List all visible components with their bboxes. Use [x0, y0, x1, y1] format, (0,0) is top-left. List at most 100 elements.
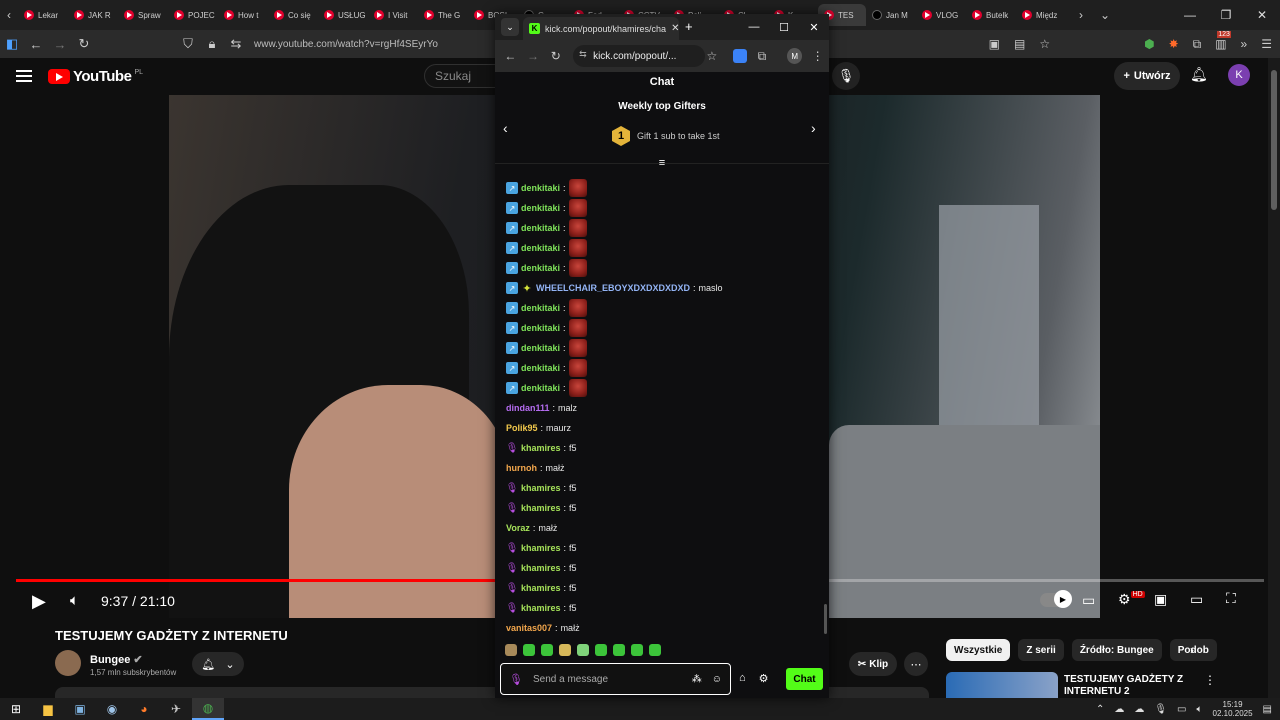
new-tab-icon[interactable]: + — [685, 19, 693, 34]
chat-username[interactable]: dindan111 — [506, 403, 550, 413]
back-icon[interactable]: ← — [499, 49, 522, 63]
chat-username[interactable]: denkitaki — [521, 343, 560, 353]
search-input[interactable]: Szukaj — [424, 64, 504, 88]
chat-username[interactable]: vanitas007 — [506, 623, 552, 633]
speaker-icon[interactable]: 🔈︎ — [1197, 704, 1203, 715]
chip[interactable]: Z serii — [1018, 639, 1064, 661]
restore-icon[interactable]: ❐ — [1208, 0, 1244, 30]
chat-scrollbar[interactable] — [824, 604, 827, 634]
tab-search-icon[interactable]: ⌄ — [501, 18, 519, 36]
chat-username[interactable]: khamires — [521, 603, 561, 613]
chat-username[interactable]: WHEELCHAIR_EBOYXDXDXDXDXD — [536, 283, 690, 293]
channel-avatar[interactable] — [55, 650, 81, 676]
emoji-icon[interactable]: ☺ — [712, 674, 722, 685]
close-tab-icon[interactable]: ✕ — [671, 23, 679, 34]
ext-badge-icon[interactable]: ▥ 123 — [1215, 31, 1231, 51]
pc-icon[interactable]: ▣ — [64, 698, 96, 720]
mic-tray-icon[interactable]: 🎙︎ — [1154, 704, 1167, 715]
notifications-tray-icon[interactable]: ▤ — [1263, 704, 1272, 715]
subscribed-bell-button[interactable]: 🔔︎ ⌄ — [192, 652, 244, 676]
emote-icon[interactable] — [631, 644, 643, 656]
chat-username[interactable]: Polik95 — [506, 423, 538, 433]
star-icon[interactable]: ☆ — [1039, 37, 1050, 51]
menu-icon[interactable]: ☰ — [1261, 37, 1272, 51]
fullscreen-icon[interactable]: ⛶ — [1226, 590, 1236, 607]
browser-tab[interactable]: Lekar — [18, 4, 68, 26]
shield-icon[interactable]: ⛉ — [176, 36, 200, 52]
clip-button[interactable]: ✂ Klip — [849, 652, 897, 676]
steam-icon[interactable]: ◉ — [96, 698, 128, 720]
browser-tab[interactable]: Międz — [1016, 4, 1066, 26]
browser-tab[interactable]: Butelk — [966, 4, 1016, 26]
theater-mode-icon[interactable]: ▭ — [1190, 591, 1203, 608]
chat-username[interactable]: hurnoh — [506, 463, 537, 473]
translate-icon[interactable]: ⁂ — [692, 674, 702, 685]
chat-filter-icon[interactable]: ≡ — [495, 157, 829, 169]
workspaces-icon[interactable]: ◧ — [0, 36, 24, 52]
menu-icon[interactable] — [16, 70, 32, 82]
browser-tab[interactable]: Jan M — [866, 4, 916, 26]
extension-icon[interactable] — [733, 49, 747, 63]
chat-username[interactable]: denkitaki — [521, 383, 560, 393]
chat-username[interactable]: khamires — [521, 543, 561, 553]
more-actions-button[interactable]: ⋯ — [904, 652, 928, 676]
emote-icon[interactable] — [613, 644, 625, 656]
chat-username[interactable]: denkitaki — [521, 183, 560, 193]
chat-username[interactable]: khamires — [521, 583, 561, 593]
site-settings-icon[interactable]: ⇆ — [224, 36, 248, 52]
chat-username[interactable]: denkitaki — [521, 263, 560, 273]
play-icon[interactable]: ▶ — [32, 591, 46, 612]
chrome-icon[interactable]: ◍ — [192, 698, 224, 720]
browser-tab[interactable]: I Visit — [368, 4, 418, 26]
more-tools-icon[interactable]: » — [1241, 37, 1248, 51]
avatar[interactable]: K — [1228, 64, 1250, 86]
recommended-title[interactable]: TESTUJEMY GADŻETY Z INTERNETU 2 — [1064, 674, 1194, 698]
reader-icon[interactable]: ▤ — [1014, 37, 1025, 51]
browser-tab[interactable]: JAK R — [68, 4, 118, 26]
emote-icon[interactable] — [523, 644, 535, 656]
chat-username[interactable]: Voraz — [506, 523, 530, 533]
store-icon[interactable]: ⌂ — [739, 672, 746, 685]
volume-icon[interactable]: 🔈︎ — [70, 592, 79, 609]
subtitles-icon[interactable]: ▭ — [1082, 592, 1095, 609]
extension-icon[interactable]: ✸ — [1169, 37, 1179, 51]
emote-icon[interactable] — [541, 644, 553, 656]
browser-tab[interactable]: USŁUG — [318, 4, 368, 26]
minimize-icon[interactable]: — — [739, 14, 769, 40]
onedrive-icon[interactable]: ☁ — [1134, 704, 1144, 715]
windows-start-icon[interactable]: ⊞ — [0, 698, 32, 720]
chat-username[interactable]: khamires — [521, 503, 561, 513]
file-explorer-icon[interactable]: ▆ — [32, 698, 64, 720]
browser-tab[interactable]: The G — [418, 4, 468, 26]
firefox-icon[interactable]: ◕ — [128, 698, 160, 720]
close-icon[interactable]: ✕ — [799, 14, 829, 40]
gifters-next-icon[interactable]: › — [811, 120, 816, 136]
forward-icon[interactable]: → — [48, 37, 72, 52]
send-chat-button[interactable]: Chat — [786, 668, 823, 690]
settings-gear-icon[interactable]: ⚙ — [759, 672, 769, 685]
scrollbar-thumb[interactable] — [1271, 70, 1277, 210]
browser-tab[interactable]: How t — [218, 4, 268, 26]
chat-username[interactable]: denkitaki — [521, 303, 560, 313]
kick-url[interactable]: kick.com/popout/... — [573, 45, 705, 67]
vpn-icon[interactable]: ⬢ — [1144, 37, 1154, 51]
tab-search-icon[interactable]: ⌄ — [1096, 8, 1114, 22]
tab-scroll-left-icon[interactable]: ‹ — [0, 8, 18, 22]
recommended-more-icon[interactable]: ⋮ — [1204, 673, 1216, 687]
tab-scroll-right-icon[interactable]: › — [1072, 8, 1090, 22]
autoplay-toggle[interactable] — [1040, 590, 1072, 608]
chat-username[interactable]: denkitaki — [521, 363, 560, 373]
maximize-icon[interactable]: ☐ — [769, 14, 799, 40]
settings-gear-icon[interactable]: ⚙ HD — [1118, 591, 1145, 608]
puzzle-icon[interactable]: ⧉ — [1193, 37, 1202, 52]
message-input[interactable]: 🎙︎ Send a message ⁂ ☺ — [500, 663, 731, 695]
notifications-icon[interactable]: 🔔︎ — [1190, 66, 1208, 83]
network-icon[interactable]: ▭ — [1177, 704, 1186, 715]
emote-icon[interactable] — [559, 644, 571, 656]
chips-next-icon[interactable]: › — [1190, 643, 1194, 657]
emote-icon[interactable] — [505, 644, 517, 656]
browser-tab[interactable]: Co się — [268, 4, 318, 26]
browser-tab[interactable]: VLOG — [916, 4, 966, 26]
cloud-icon[interactable]: ☁ — [1114, 704, 1124, 715]
browser-tab[interactable]: POJEC — [168, 4, 218, 26]
